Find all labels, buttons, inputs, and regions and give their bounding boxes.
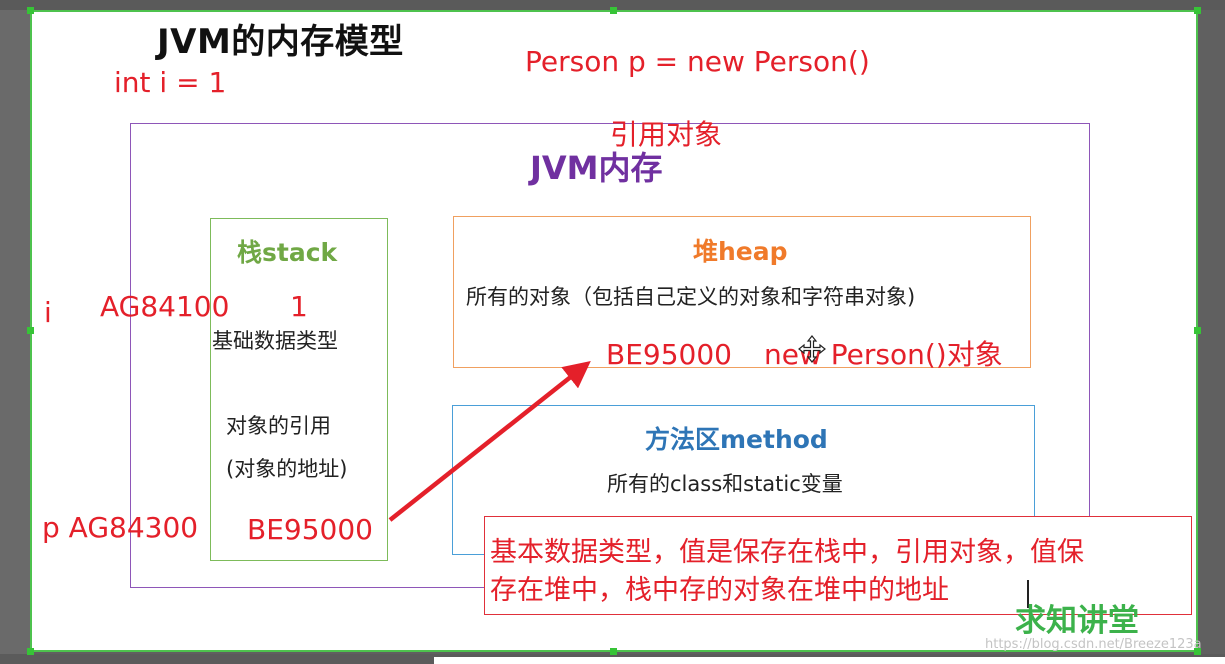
video-frame: JVM的内存模型 int i = 1 Person p = new Person… bbox=[0, 0, 1225, 664]
move-cursor-icon bbox=[798, 335, 826, 363]
summary-note-line-2: 存在堆中，栈中存的对象在堆中的地址 bbox=[490, 575, 949, 606]
brand-logo: 求知讲堂 bbox=[1015, 603, 1139, 639]
reference-arrow bbox=[388, 361, 591, 522]
summary-note-line-1: 基本数据类型，值是保存在栈中，引用对象，值保 bbox=[490, 537, 1084, 568]
watermark-url: https://blog.csdn.net/Breeze123a bbox=[985, 637, 1202, 652]
